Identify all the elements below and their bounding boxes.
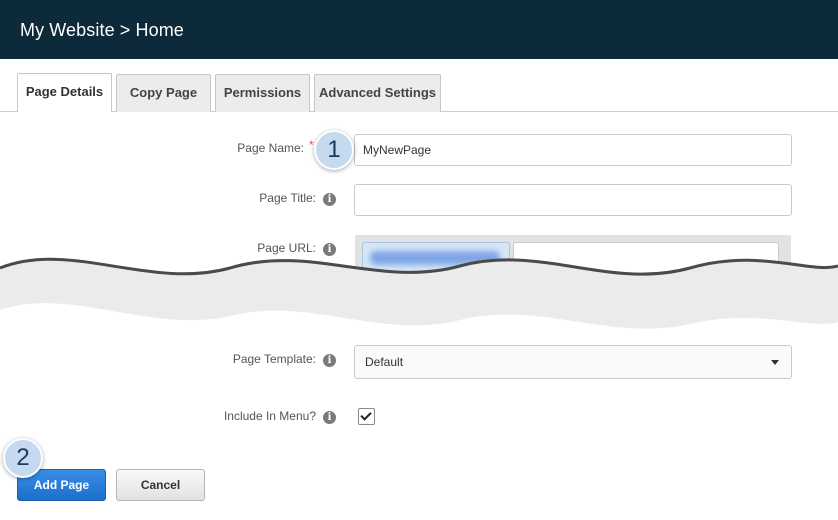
required-marker: * [309,138,314,152]
step-callout-2: 2 [3,438,43,478]
dialog-header: My Website > Home [0,0,838,59]
page-template-value: Default [365,355,404,369]
page-template-label: Page Template: [232,352,316,366]
breadcrumb: My Website > Home [20,20,184,40]
page-title-input[interactable] [354,184,792,216]
tab-advanced-settings[interactable]: Advanced Settings [314,74,441,112]
tab-copy-page[interactable]: Copy Page [116,74,211,112]
page-title-label: Page Title: [259,191,316,205]
torn-edge-divider [0,257,838,350]
cancel-button[interactable]: Cancel [116,469,205,501]
chevron-down-icon [771,360,779,365]
checkmark-icon [360,409,372,421]
info-icon[interactable]: i [323,193,336,206]
tab-bar: Page Details Copy Page Permissions Advan… [0,70,838,112]
page-template-select[interactable]: Default [354,345,792,379]
include-in-menu-label: Include In Menu? [223,409,316,423]
page-name-label: Page Name: [237,141,304,155]
tab-permissions[interactable]: Permissions [215,74,310,112]
info-icon[interactable]: i [323,354,336,367]
tab-page-details[interactable]: Page Details [17,73,112,112]
include-in-menu-checkbox[interactable] [358,408,375,425]
page-name-input[interactable]: MyNewPage [354,134,792,166]
step-callout-1: 1 [314,130,354,170]
info-icon[interactable]: i [323,411,336,424]
